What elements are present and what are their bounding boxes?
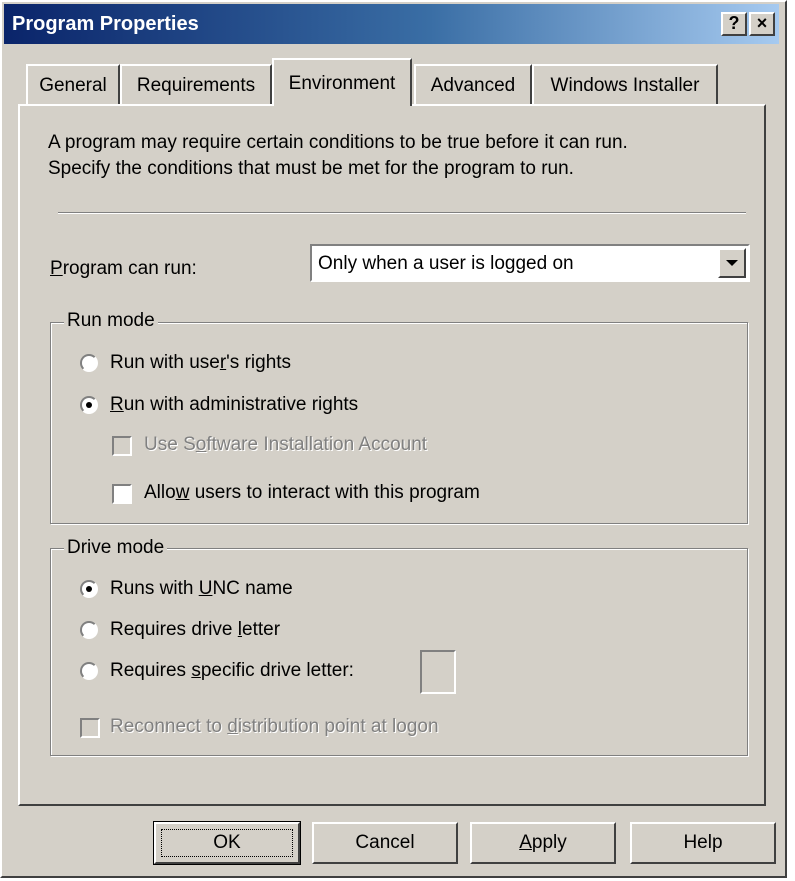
program-can-run-dropdown[interactable]: Only when a user is logged on [310,244,750,282]
specific-drive-letter-field[interactable] [420,650,456,694]
run-admin-rights-radio[interactable] [80,396,98,414]
title-bar[interactable]: Program Properties ? × [4,4,779,44]
description-line-2: Specify the conditions that must be met … [48,158,574,179]
focus-rect [161,829,293,857]
program-can-run-label: Program can run: [50,258,197,279]
run-user-rights-label[interactable]: Run with user's rights [110,352,291,374]
allow-interact-checkbox[interactable] [112,484,132,504]
window-title: Program Properties [12,13,199,35]
allow-interact-label[interactable]: Allow users to interact with this progra… [144,482,480,504]
drive-letter-label[interactable]: Requires drive letter [110,619,280,641]
run-mode-legend: Run mode [64,310,158,332]
tab-requirements[interactable]: Requirements [120,64,272,104]
drive-mode-legend: Drive mode [64,537,168,559]
software-installation-account-checkbox[interactable] [112,436,132,456]
tab-environment[interactable]: Environment [272,58,412,106]
program-can-run-value: Only when a user is logged on [318,253,574,274]
description-text: A program may require certain conditions… [48,130,748,182]
unc-name-radio[interactable] [80,580,98,598]
separator [58,212,746,214]
ok-button[interactable]: OK [153,821,301,865]
chevron-down-icon[interactable] [718,248,746,278]
description-line-1: A program may require certain conditions… [48,132,628,153]
software-installation-account-label: Use Software Installation Account [144,434,428,455]
reconnect-checkbox[interactable] [80,718,100,738]
reconnect-label: Reconnect to distribution point at logon [110,716,439,737]
tab-advanced[interactable]: Advanced [414,64,532,104]
drive-letter-radio[interactable] [80,621,98,639]
close-icon-button[interactable]: × [749,12,775,36]
tab-general[interactable]: General [26,64,120,104]
specific-drive-letter-label[interactable]: Requires specific drive letter: [110,660,354,682]
apply-button[interactable]: Apply [470,822,616,864]
help-icon-button[interactable]: ? [721,12,747,36]
specific-drive-letter-radio[interactable] [80,662,98,680]
run-user-rights-radio[interactable] [80,354,98,372]
run-admin-rights-label[interactable]: Run with administrative rights [110,394,358,416]
help-button[interactable]: Help [630,822,776,864]
cancel-button[interactable]: Cancel [312,822,458,864]
unc-name-label[interactable]: Runs with UNC name [110,578,293,600]
tab-windows-installer[interactable]: Windows Installer [532,64,718,104]
